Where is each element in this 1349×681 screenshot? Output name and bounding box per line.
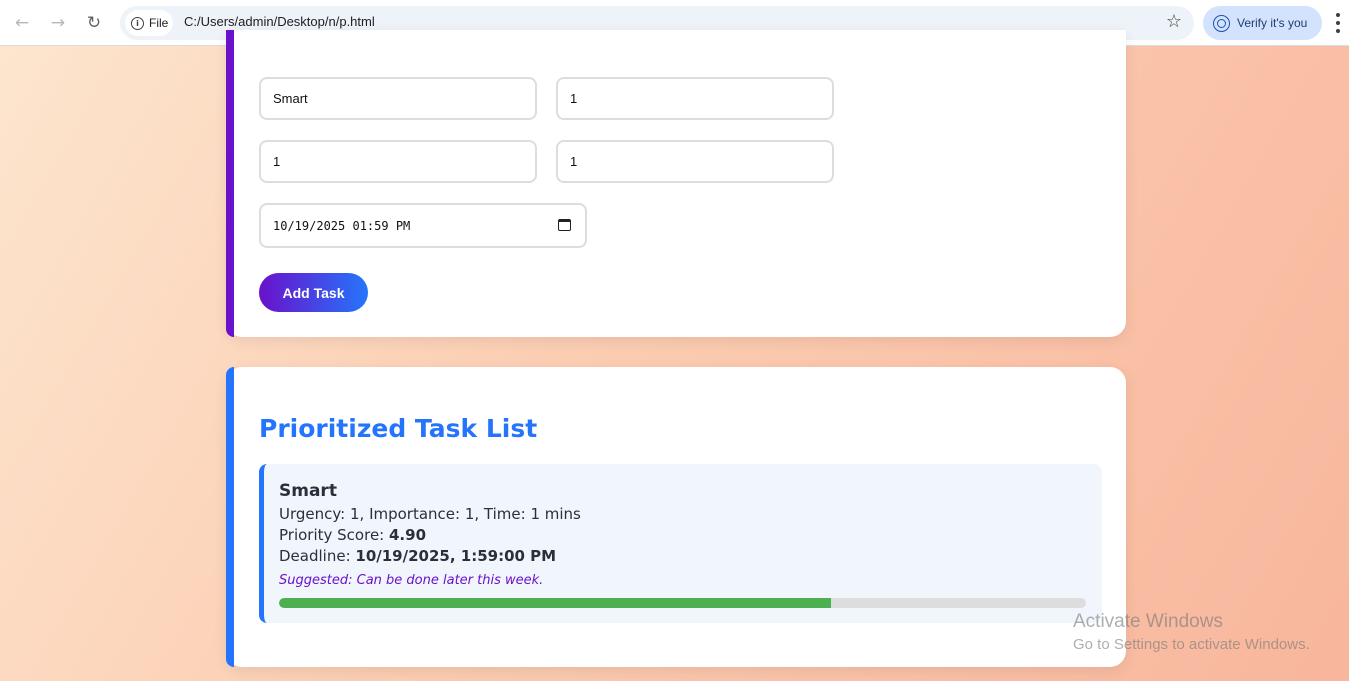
deadline-value-text: 10/19/2025, 1:59:00 PM xyxy=(355,547,557,565)
site-info-chip[interactable]: i File xyxy=(125,10,173,36)
url-text[interactable]: C:/Users/admin/Desktop/n/p.html xyxy=(184,14,375,29)
forward-icon[interactable]: → xyxy=(45,10,71,36)
priority-score-line: Priority Score: 4.90 xyxy=(279,526,426,544)
info-icon: i xyxy=(131,16,144,30)
verify-button[interactable]: Verify it's you xyxy=(1203,6,1322,40)
add-task-button[interactable]: Add Task xyxy=(259,273,368,312)
list-title: Prioritized Task List xyxy=(259,414,538,443)
deadline-label: Deadline: xyxy=(279,547,356,565)
priority-score-label: Priority Score: xyxy=(279,526,389,544)
deadline-line: Deadline: 10/19/2025, 1:59:00 PM xyxy=(279,547,556,565)
priority-progress-bar xyxy=(279,598,1086,608)
time-input[interactable]: 1 xyxy=(556,140,834,183)
file-label: File xyxy=(149,16,169,30)
verify-label: Verify it's you xyxy=(1237,16,1308,30)
watermark-title: Activate Windows xyxy=(1073,611,1223,632)
deadline-input[interactable]: 10/19/2025 01:59 PM xyxy=(259,203,587,248)
priority-progress-fill xyxy=(279,598,831,608)
suggestion-text: Suggested: Can be done later this week. xyxy=(279,573,544,588)
importance-input[interactable]: 1 xyxy=(259,140,537,183)
urgency-input[interactable]: 1 xyxy=(556,77,834,120)
task-name: Smart xyxy=(279,481,337,501)
watermark-subtitle: Go to Settings to activate Windows. xyxy=(1073,636,1310,653)
menu-icon[interactable] xyxy=(1336,13,1340,33)
account-icon xyxy=(1213,14,1230,32)
priority-score-value: 4.90 xyxy=(389,526,427,544)
back-icon[interactable]: ← xyxy=(9,10,35,36)
reload-icon[interactable]: ↻ xyxy=(81,10,107,36)
star-icon[interactable]: ☆ xyxy=(1166,11,1182,32)
deadline-value: 10/19/2025 01:59 PM xyxy=(273,218,411,233)
task-name-input[interactable]: Smart xyxy=(259,77,537,120)
calendar-icon[interactable] xyxy=(558,219,571,231)
task-details: Urgency: 1, Importance: 1, Time: 1 mins xyxy=(279,505,581,523)
